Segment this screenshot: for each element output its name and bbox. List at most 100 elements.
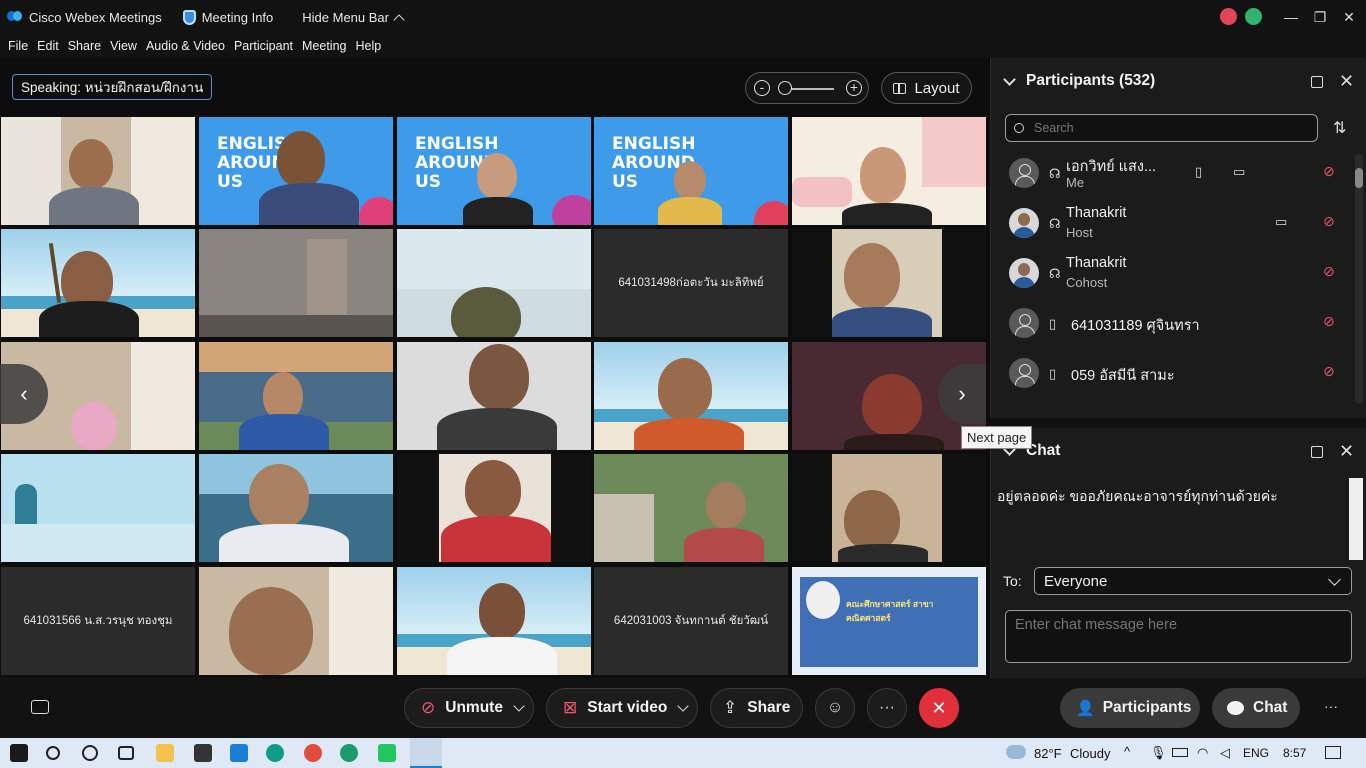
line-icon[interactable] xyxy=(378,744,396,762)
restore-button[interactable]: ❐ xyxy=(1305,0,1335,34)
chat-toggle-button[interactable]: Chat xyxy=(1212,688,1300,728)
close-participants-icon[interactable]: ✕ xyxy=(1339,71,1354,92)
chevron-down-icon[interactable] xyxy=(513,699,525,712)
participant-row[interactable]: ▯ 059 อัสมีนี สามะ ⊘ xyxy=(1005,350,1345,400)
participants-toggle-button[interactable]: 👤 Participants xyxy=(1060,688,1200,728)
video-tile[interactable] xyxy=(397,567,591,675)
edge-icon[interactable] xyxy=(266,744,284,762)
video-tile[interactable]: 642031003 จันทกานต์ ชัยวัฒน์ xyxy=(594,567,788,675)
video-tile[interactable]: ENGLISH AROUND US xyxy=(397,117,591,225)
pop-out-icon[interactable] xyxy=(1311,446,1323,458)
reactions-button[interactable]: ☺ xyxy=(815,688,855,728)
webex-taskbar-icon[interactable] xyxy=(410,738,442,768)
weather-temp[interactable]: 82°F xyxy=(1034,746,1062,761)
unmute-button[interactable]: ⊘ Unmute xyxy=(404,688,534,728)
video-tile[interactable] xyxy=(397,342,591,450)
video-tile[interactable] xyxy=(397,454,591,562)
zoom-in-icon[interactable]: + xyxy=(846,80,862,96)
chevron-up-icon[interactable]: ^ xyxy=(1124,744,1130,759)
chat-message-input[interactable] xyxy=(1005,610,1352,663)
collapse-chevron-icon[interactable] xyxy=(1003,72,1016,86)
menu-view[interactable]: View xyxy=(110,39,137,53)
sort-icon[interactable]: ⇅ xyxy=(1333,118,1346,138)
cortana-icon[interactable] xyxy=(82,745,98,761)
share-button[interactable]: ⇪ Share xyxy=(710,688,803,728)
chat-to-label: To: xyxy=(1003,573,1022,589)
app-icon[interactable] xyxy=(340,744,358,762)
video-tile[interactable] xyxy=(199,567,393,675)
participant-row[interactable]: ▯ 641031189 ศุจินทรา ⊘ xyxy=(1005,300,1345,350)
language-indicator[interactable]: ENG xyxy=(1243,746,1269,760)
meeting-info-button[interactable]: Meeting Info xyxy=(182,9,273,25)
muted-mic-icon[interactable]: ⊘ xyxy=(1323,313,1335,330)
video-tile[interactable] xyxy=(199,454,393,562)
zoom-control[interactable]: - + xyxy=(745,72,869,104)
mail-icon[interactable] xyxy=(230,744,248,762)
chrome-icon[interactable] xyxy=(304,744,322,762)
leave-meeting-button[interactable]: ✕ xyxy=(919,688,959,728)
close-window-button[interactable]: ✕ xyxy=(1334,0,1364,34)
participants-header[interactable]: Participants (532) xyxy=(1003,72,1155,90)
muted-mic-icon[interactable]: ⊘ xyxy=(1323,213,1335,230)
store-icon[interactable] xyxy=(194,744,212,762)
menu-file[interactable]: File xyxy=(8,39,28,53)
notification-icon[interactable] xyxy=(1325,746,1341,759)
zoom-slider-handle[interactable] xyxy=(778,81,792,95)
minimize-button[interactable]: — xyxy=(1276,0,1306,34)
participant-name: 059 อัสมีนี สามะ xyxy=(1071,368,1175,384)
chat-recipient-select[interactable]: Everyone xyxy=(1034,567,1352,595)
chevron-down-icon[interactable] xyxy=(677,699,690,712)
layout-button[interactable]: Layout xyxy=(881,72,972,104)
weather-desc[interactable]: Cloudy xyxy=(1070,746,1110,761)
menu-meeting[interactable]: Meeting xyxy=(302,39,346,53)
video-tile[interactable]: คณะศึกษาศาสตร์ สาขาคณิตศาสตร์ xyxy=(792,567,986,675)
wifi-icon[interactable]: ◠ xyxy=(1197,745,1208,761)
video-tile[interactable] xyxy=(792,454,986,562)
video-tile[interactable] xyxy=(594,342,788,450)
video-tile[interactable]: ENGLISH AROUND US xyxy=(594,117,788,225)
menu-edit[interactable]: Edit xyxy=(37,39,59,53)
close-chat-icon[interactable]: ✕ xyxy=(1339,441,1354,462)
more-options-button[interactable]: ··· xyxy=(867,688,907,728)
windows-start-icon[interactable] xyxy=(10,744,28,762)
task-view-icon[interactable] xyxy=(118,746,134,760)
captions-icon[interactable] xyxy=(31,700,49,714)
pop-out-icon[interactable] xyxy=(1311,76,1323,88)
file-explorer-icon[interactable] xyxy=(156,744,174,762)
video-tile[interactable] xyxy=(1,117,195,225)
chat-scrollbar[interactable] xyxy=(1349,478,1363,560)
menu-participant[interactable]: Participant xyxy=(234,39,293,53)
video-tile[interactable]: 641031498ก่อตะวัน มะลิทิพย์ xyxy=(594,229,788,337)
start-video-button[interactable]: ⊠ Start video xyxy=(546,688,698,728)
search-icon[interactable] xyxy=(46,746,60,760)
participant-row[interactable]: ☊ Thanakrit Host ▭ ⊘ xyxy=(1005,200,1345,250)
menu-help[interactable]: Help xyxy=(355,39,381,53)
volume-icon[interactable]: ◁ xyxy=(1220,745,1230,761)
video-tile[interactable] xyxy=(1,454,195,562)
video-tile[interactable] xyxy=(594,454,788,562)
clock[interactable]: 8:57 xyxy=(1283,746,1306,760)
participants-scrollbar[interactable] xyxy=(1355,154,1363,404)
participant-row[interactable]: ☊ เอกวิทย์ แสง... Me ▯ ▭ ⊘ xyxy=(1005,150,1345,200)
zoom-out-icon[interactable]: - xyxy=(754,80,770,96)
video-tile[interactable]: 641031566 น.ส.วรนุช ทองชุม xyxy=(1,567,195,675)
video-tile[interactable] xyxy=(792,229,986,337)
muted-mic-icon[interactable]: ⊘ xyxy=(1323,363,1335,380)
overflow-menu-icon[interactable]: ··· xyxy=(1324,698,1338,714)
mobile-device-icon: ▯ xyxy=(1049,366,1057,381)
chat-bubble-icon xyxy=(1227,701,1244,715)
video-tile[interactable] xyxy=(792,117,986,225)
participant-search-input[interactable] xyxy=(1005,114,1318,142)
video-tile[interactable] xyxy=(199,342,393,450)
menu-share[interactable]: Share xyxy=(68,39,101,53)
hide-menu-bar-button[interactable]: Hide Menu Bar xyxy=(302,10,405,26)
menu-audio-video[interactable]: Audio & Video xyxy=(146,39,225,53)
video-tile[interactable] xyxy=(397,229,591,337)
battery-icon[interactable] xyxy=(1172,748,1188,757)
video-tile[interactable] xyxy=(199,229,393,337)
video-tile[interactable] xyxy=(1,229,195,337)
participant-row[interactable]: ☊ Thanakrit Cohost ⊘ xyxy=(1005,250,1345,300)
muted-mic-icon[interactable]: ⊘ xyxy=(1323,263,1335,280)
muted-mic-icon[interactable]: ⊘ xyxy=(1323,163,1335,180)
video-tile[interactable]: ENGLISH AROUND US xyxy=(199,117,393,225)
